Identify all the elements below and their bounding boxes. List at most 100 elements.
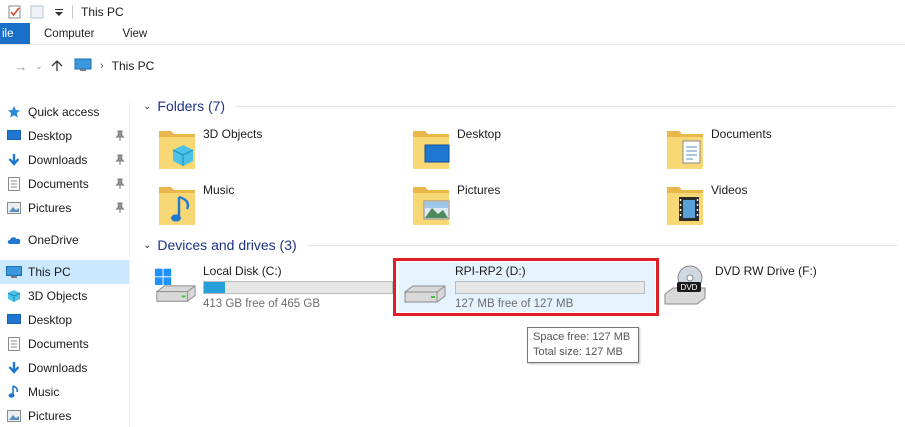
sidebar-item-label: OneDrive bbox=[28, 233, 79, 247]
desktop-icon bbox=[6, 128, 22, 144]
sidebar-item-quick-desktop[interactable]: Desktop bbox=[0, 124, 129, 148]
folder-desktop[interactable]: Desktop bbox=[411, 125, 501, 175]
customize-quick-access-icon[interactable] bbox=[52, 5, 66, 19]
navigation-bar: → ⌄ › This PC bbox=[0, 53, 905, 79]
folder-documents[interactable]: Documents bbox=[665, 125, 772, 175]
devices-header-label: Devices and drives (3) bbox=[157, 237, 297, 253]
sidebar-item-label: Downloads bbox=[28, 153, 88, 167]
sidebar-item-desktop[interactable]: Desktop bbox=[0, 308, 129, 332]
videos-folder-icon bbox=[667, 187, 703, 225]
recent-locations-icon[interactable]: ⌄ bbox=[32, 55, 46, 77]
pin-icon bbox=[115, 154, 125, 166]
title-separator bbox=[72, 4, 73, 19]
new-folder-icon[interactable] bbox=[30, 5, 44, 19]
documents-folder-icon bbox=[667, 131, 703, 169]
sidebar-item-label: This PC bbox=[28, 265, 71, 279]
ribbon-tabs: ile Computer View bbox=[0, 23, 905, 45]
this-pc-icon bbox=[74, 58, 92, 75]
sidebar-item-label: Quick access bbox=[28, 105, 100, 119]
folder-pictures[interactable]: Pictures bbox=[411, 181, 500, 231]
sidebar-item-quick-access[interactable]: Quick access bbox=[0, 100, 129, 124]
drive-name: Local Disk (C:) bbox=[203, 264, 282, 278]
sidebar-item-quick-downloads[interactable]: Downloads bbox=[0, 148, 129, 172]
sidebar-item-label: Pictures bbox=[28, 409, 72, 423]
tab-computer[interactable]: Computer bbox=[30, 23, 109, 44]
up-arrow-icon[interactable] bbox=[46, 55, 68, 77]
drive-local-disk-c[interactable]: Local Disk (C:) 413 GB free of 465 GB bbox=[153, 262, 393, 312]
drive-dvd-rw-f[interactable]: DVD DVD RW Drive (F:) bbox=[663, 262, 863, 312]
drive-info: Local Disk (C:) 413 GB free of 465 GB bbox=[203, 262, 393, 310]
folders-header-label: Folders (7) bbox=[157, 98, 226, 114]
breadcrumb-this-pc[interactable]: This PC bbox=[112, 59, 155, 73]
drive-free-space: 413 GB free of 465 GB bbox=[203, 298, 320, 310]
tooltip-space-free: Space free: 127 MB bbox=[533, 331, 631, 343]
sidebar-item-label: Documents bbox=[28, 177, 89, 191]
3d-objects-icon bbox=[6, 288, 22, 304]
group-divider bbox=[306, 244, 897, 246]
3d-objects-folder-icon bbox=[159, 131, 195, 169]
pin-icon bbox=[115, 202, 125, 214]
folder-name: Desktop bbox=[457, 127, 502, 141]
sidebar-item-downloads[interactable]: Downloads bbox=[0, 356, 129, 380]
drive-usage-bar bbox=[203, 281, 393, 294]
star-icon bbox=[6, 104, 22, 120]
documents-icon bbox=[6, 176, 22, 192]
tooltip-total-size: Total size: 127 MB bbox=[533, 346, 623, 358]
drive-info: DVD RW Drive (F:) bbox=[715, 262, 817, 278]
folder-name: Pictures bbox=[457, 183, 501, 197]
desktop-icon bbox=[6, 312, 22, 328]
group-divider bbox=[235, 105, 896, 107]
sidebar-item-label: Documents bbox=[28, 337, 89, 351]
devices-group-header[interactable]: ⌄ Devices and drives (3) bbox=[143, 237, 897, 253]
sidebar-item-quick-pictures[interactable]: Pictures bbox=[0, 196, 129, 220]
folders-group-header[interactable]: ⌄ Folders (7) bbox=[143, 98, 896, 114]
music-icon bbox=[6, 384, 22, 400]
folder-videos[interactable]: Videos bbox=[665, 181, 747, 231]
pin-icon bbox=[115, 130, 125, 142]
drive-usage-fill bbox=[204, 282, 225, 293]
pictures-folder-icon bbox=[413, 187, 450, 225]
sidebar-item-label: 3D Objects bbox=[28, 289, 88, 303]
sidebar-item-label: Downloads bbox=[28, 361, 88, 375]
sidebar-item-3d-objects[interactable]: 3D Objects bbox=[0, 284, 129, 308]
music-folder-icon bbox=[159, 187, 195, 225]
sidebar-item-this-pc[interactable]: This PC bbox=[0, 260, 129, 284]
downloads-icon bbox=[6, 360, 22, 376]
properties-check-icon[interactable] bbox=[8, 5, 22, 19]
this-pc-icon bbox=[6, 264, 22, 280]
sidebar-item-pictures[interactable]: Pictures bbox=[0, 404, 129, 427]
sidebar-item-music[interactable]: Music bbox=[0, 380, 129, 404]
folder-music[interactable]: Music bbox=[157, 181, 234, 231]
collapse-chevron-icon[interactable]: ⌄ bbox=[143, 101, 151, 112]
tab-file[interactable]: ile bbox=[0, 23, 30, 44]
red-highlight-box bbox=[393, 258, 659, 316]
tab-view[interactable]: View bbox=[109, 23, 162, 44]
sidebar-item-label: Desktop bbox=[28, 129, 73, 143]
collapse-chevron-icon[interactable]: ⌄ bbox=[143, 240, 151, 251]
drive-tooltip: Space free: 127 MB Total size: 127 MB bbox=[527, 327, 639, 363]
forward-icon[interactable]: → bbox=[10, 55, 32, 77]
breadcrumb[interactable]: › This PC bbox=[74, 58, 154, 75]
sidebar-item-documents[interactable]: Documents bbox=[0, 332, 129, 356]
navigation-pane: Quick access Desktop Downloads Documents… bbox=[0, 100, 130, 427]
pictures-icon bbox=[6, 408, 22, 424]
folder-name: 3D Objects bbox=[203, 127, 263, 141]
pin-icon bbox=[115, 178, 125, 190]
folder-3d-objects[interactable]: 3D Objects bbox=[157, 125, 262, 175]
drive-name: DVD RW Drive (F:) bbox=[715, 264, 817, 278]
pictures-icon bbox=[6, 200, 22, 216]
folder-name: Videos bbox=[711, 183, 748, 197]
window-title: This PC bbox=[81, 4, 124, 19]
title-bar: This PC bbox=[0, 0, 905, 23]
folder-name: Documents bbox=[711, 127, 772, 141]
svg-text:DVD: DVD bbox=[681, 283, 698, 292]
sidebar-item-quick-documents[interactable]: Documents bbox=[0, 172, 129, 196]
desktop-folder-icon bbox=[413, 131, 450, 169]
downloads-icon bbox=[6, 152, 22, 168]
sidebar-item-onedrive[interactable]: OneDrive bbox=[0, 228, 129, 252]
documents-icon bbox=[6, 336, 22, 352]
folder-name: Music bbox=[203, 183, 235, 197]
chevron-right-icon[interactable]: › bbox=[100, 60, 104, 72]
dvd-drive-icon: DVD bbox=[664, 265, 706, 305]
sidebar-item-label: Pictures bbox=[28, 201, 72, 215]
